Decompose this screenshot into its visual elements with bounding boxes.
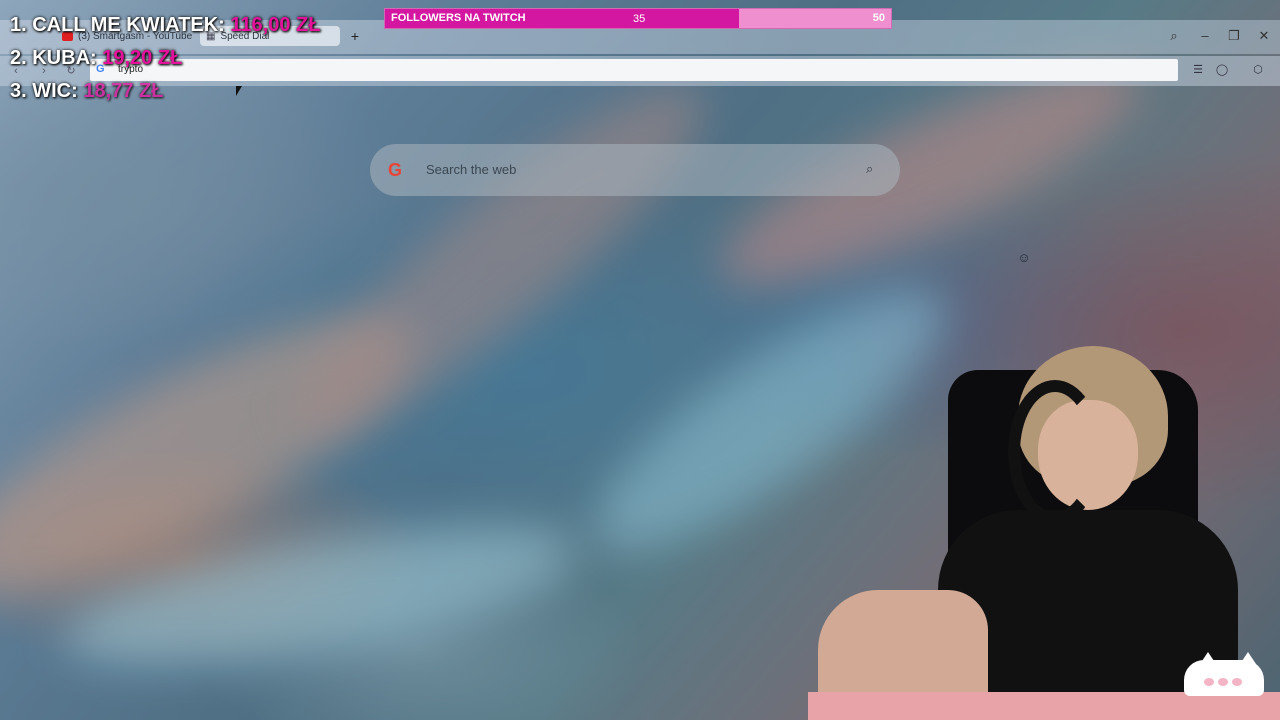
address-input[interactable] [90,59,1178,81]
cat-ear [1200,652,1216,664]
profile-icon[interactable]: ◯ [1214,62,1230,78]
goal-current: 35 [633,13,646,25]
donation-amount: 116,00 ZŁ [230,14,321,36]
google-logo-icon: G [388,160,403,180]
mouse-cursor [236,86,242,96]
leaderboard-entry: 1. CALL ME KWIATEK: 116,00 ZŁ [10,14,320,37]
swirl-decoration [262,46,738,474]
cat-overlay-icon [1184,652,1264,696]
donation-amount: 18,77 ZŁ [83,80,164,102]
person-arm [818,590,988,700]
headset [1008,380,1102,524]
leaderboard-entry: 3. WIC: 18,77 ZŁ [10,80,163,103]
extensions-icon[interactable]: ⬡ [1250,62,1266,78]
cat-paw [1232,678,1242,686]
webcam-frame-bottom [808,692,1280,720]
smiley-icon[interactable]: ☺ [1017,251,1031,265]
search-icon[interactable]: ⌕ [866,161,882,177]
donor-name: 1. CALL ME KWIATEK: [10,14,225,36]
cat-ear [1240,652,1256,664]
search-box[interactable]: G Search the web ⌕ [370,144,900,196]
restore-button[interactable]: ❐ [1225,27,1243,45]
cat-paw [1204,678,1214,686]
settings-sliders-icon[interactable]: ☰ [1190,62,1206,78]
new-tab-button[interactable]: + [347,28,363,44]
followers-goal-bar: FOLLOWERS NA TWITCH 35 50 [384,8,892,29]
donation-amount: 19,20 ZŁ [102,47,183,69]
goal-title: FOLLOWERS NA TWITCH [391,12,526,24]
search-tabs-icon[interactable]: ⌕ [1165,27,1183,45]
goal-max: 50 [872,12,885,24]
minimize-button[interactable]: – [1196,27,1214,45]
close-button[interactable]: ✕ [1255,27,1273,45]
leaderboard-entry: 2. KUBA: 19,20 ZŁ [10,47,182,70]
donor-name: 2. KUBA: [10,47,97,69]
webcam-feed [808,340,1280,700]
donor-name: 3. WIC: [10,80,78,102]
search-placeholder: Search the web [426,162,517,177]
cat-paw [1218,678,1228,686]
